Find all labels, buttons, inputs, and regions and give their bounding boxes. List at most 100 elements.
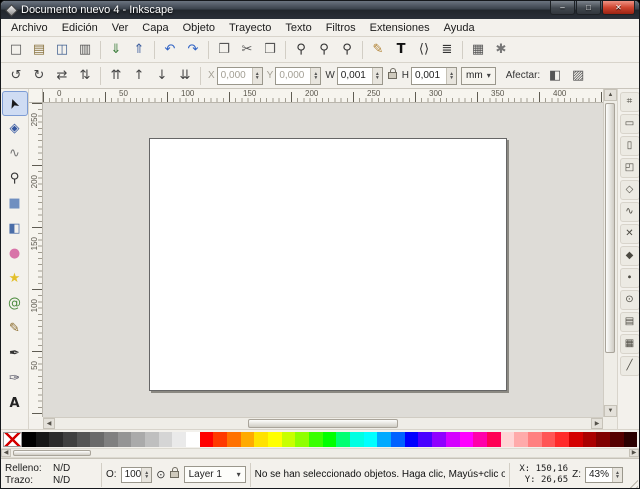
scroll-up-icon[interactable] (604, 89, 617, 101)
open-document-button[interactable]: ▤ (28, 39, 50, 61)
bezier-pen-tool-button[interactable]: ✒ (2, 341, 28, 366)
redo-button[interactable]: ↷ (182, 39, 204, 61)
menu-extensiones[interactable]: Extensiones (363, 20, 437, 36)
color-swatch[interactable] (542, 432, 556, 447)
opacity-field[interactable]: 100 (121, 467, 153, 483)
menu-filtros[interactable]: Filtros (319, 20, 363, 36)
color-swatch[interactable] (63, 432, 77, 447)
swatch-none[interactable] (3, 432, 22, 447)
preferences-button[interactable]: ✱ (490, 39, 512, 61)
color-swatch[interactable] (213, 432, 227, 447)
color-swatch[interactable] (460, 432, 474, 447)
palette-scroll-right-icon[interactable] (629, 449, 639, 457)
color-swatch[interactable] (405, 432, 419, 447)
box3d-tool-button[interactable]: ◧ (2, 216, 28, 241)
zoom-selection-button[interactable]: ⚲ (290, 39, 312, 61)
spinner-icon[interactable] (446, 68, 456, 84)
palette-scroll-thumb[interactable] (13, 450, 91, 456)
rotate-ccw-button[interactable]: ↺ (5, 65, 27, 87)
selector-tool-button[interactable]: ➤ (2, 91, 28, 116)
maximize-button[interactable]: □ (576, 1, 601, 15)
color-swatch[interactable] (309, 432, 323, 447)
color-swatch[interactable] (528, 432, 542, 447)
lower-button[interactable]: ↓ (151, 65, 173, 87)
unit-selector[interactable]: mm (461, 67, 496, 85)
flip-vertical-button[interactable]: ⇅ (74, 65, 96, 87)
menu-archivo[interactable]: Archivo (4, 20, 55, 36)
color-swatch[interactable] (377, 432, 391, 447)
color-swatch[interactable] (364, 432, 378, 447)
spiral-tool-button[interactable]: @ (2, 291, 28, 316)
menu-ayuda[interactable]: Ayuda (437, 20, 482, 36)
color-swatch[interactable] (172, 432, 186, 447)
layer-visibility-icon[interactable]: ⊙ (156, 468, 165, 481)
color-swatch[interactable] (610, 432, 624, 447)
scroll-right-icon[interactable] (591, 418, 603, 429)
document-page[interactable] (149, 138, 507, 391)
spinner-icon[interactable] (252, 68, 262, 84)
print-document-button[interactable]: ▥ (74, 39, 96, 61)
color-swatch[interactable] (241, 432, 255, 447)
rotate-cw-button[interactable]: ↻ (28, 65, 50, 87)
raise-button[interactable]: ↑ (128, 65, 150, 87)
menu-objeto[interactable]: Objeto (176, 20, 222, 36)
color-swatch[interactable] (432, 432, 446, 447)
width-field[interactable]: W 0,001 (325, 67, 382, 85)
zoom-page-button[interactable]: ⚲ (336, 39, 358, 61)
color-swatch[interactable] (583, 432, 597, 447)
color-swatch[interactable] (473, 432, 487, 447)
color-swatch[interactable] (624, 432, 638, 447)
zoom-drawing-button[interactable]: ⚲ (313, 39, 335, 61)
snap-paths-button[interactable]: ∿ (620, 202, 640, 222)
color-swatch[interactable] (131, 432, 145, 447)
color-swatch[interactable] (596, 432, 610, 447)
affect-move-gradients-button[interactable]: ◧ (544, 65, 566, 87)
snap-bbox-corners-button[interactable]: ◰ (620, 158, 640, 178)
cut-button[interactable]: ✂ (236, 39, 258, 61)
affect-move-patterns-button[interactable]: ▨ (567, 65, 589, 87)
color-swatch[interactable] (391, 432, 405, 447)
paste-button[interactable]: ❒ (259, 39, 281, 61)
snap-cusp-nodes-button[interactable]: ◆ (620, 246, 640, 266)
menu-capa[interactable]: Capa (135, 20, 175, 36)
snap-midpoints-button[interactable]: ∙ (620, 268, 640, 288)
color-swatch[interactable] (350, 432, 364, 447)
xml-editor-button[interactable]: ⟨⟩ (413, 39, 435, 61)
color-swatch[interactable] (446, 432, 460, 447)
title-bar[interactable]: Documento nuevo 4 - Inkscape –□✕ (1, 1, 639, 19)
save-document-button[interactable]: ◫ (51, 39, 73, 61)
text-tool-button[interactable]: A (2, 391, 28, 416)
color-swatch[interactable] (77, 432, 91, 447)
color-swatch[interactable] (268, 432, 282, 447)
color-swatch[interactable] (36, 432, 50, 447)
document-properties-button[interactable]: ▦ (467, 39, 489, 61)
menu-edicion[interactable]: Edición (55, 20, 105, 36)
snap-bbox-button[interactable]: ▭ (620, 114, 640, 134)
color-swatch[interactable] (569, 432, 583, 447)
spinner-icon[interactable] (612, 468, 622, 482)
color-swatch[interactable] (487, 432, 501, 447)
palette-scrollbar[interactable] (1, 448, 639, 458)
lock-ratio-icon[interactable] (388, 72, 397, 79)
color-swatch[interactable] (555, 432, 569, 447)
copy-button[interactable]: ❐ (213, 39, 235, 61)
horizontal-ruler[interactable]: 050100150200250300350400 (43, 89, 603, 103)
scroll-down-icon[interactable] (604, 405, 617, 417)
snap-enable-button[interactable]: ⌗ (620, 92, 640, 112)
color-swatch[interactable] (336, 432, 350, 447)
snap-object-centers-button[interactable]: ⊙ (620, 290, 640, 310)
y-field[interactable]: Y 0,000 (267, 67, 322, 85)
fill-stroke-dialog-button[interactable]: ✎ (367, 39, 389, 61)
layer-selector[interactable]: Layer 1 (184, 466, 246, 483)
text-dialog-button[interactable]: T (390, 39, 412, 61)
color-swatch[interactable] (186, 432, 200, 447)
color-swatch[interactable] (22, 432, 36, 447)
color-swatch[interactable] (295, 432, 309, 447)
color-swatch[interactable] (514, 432, 528, 447)
snap-grid-button[interactable]: ▦ (620, 334, 640, 354)
close-button[interactable]: ✕ (602, 1, 635, 15)
import-button[interactable]: ⇓ (105, 39, 127, 61)
color-swatch[interactable] (90, 432, 104, 447)
fill-stroke-indicator[interactable]: Relleno: N/D Trazo: N/D (5, 463, 97, 486)
raise-to-top-button[interactable]: ⇈ (105, 65, 127, 87)
